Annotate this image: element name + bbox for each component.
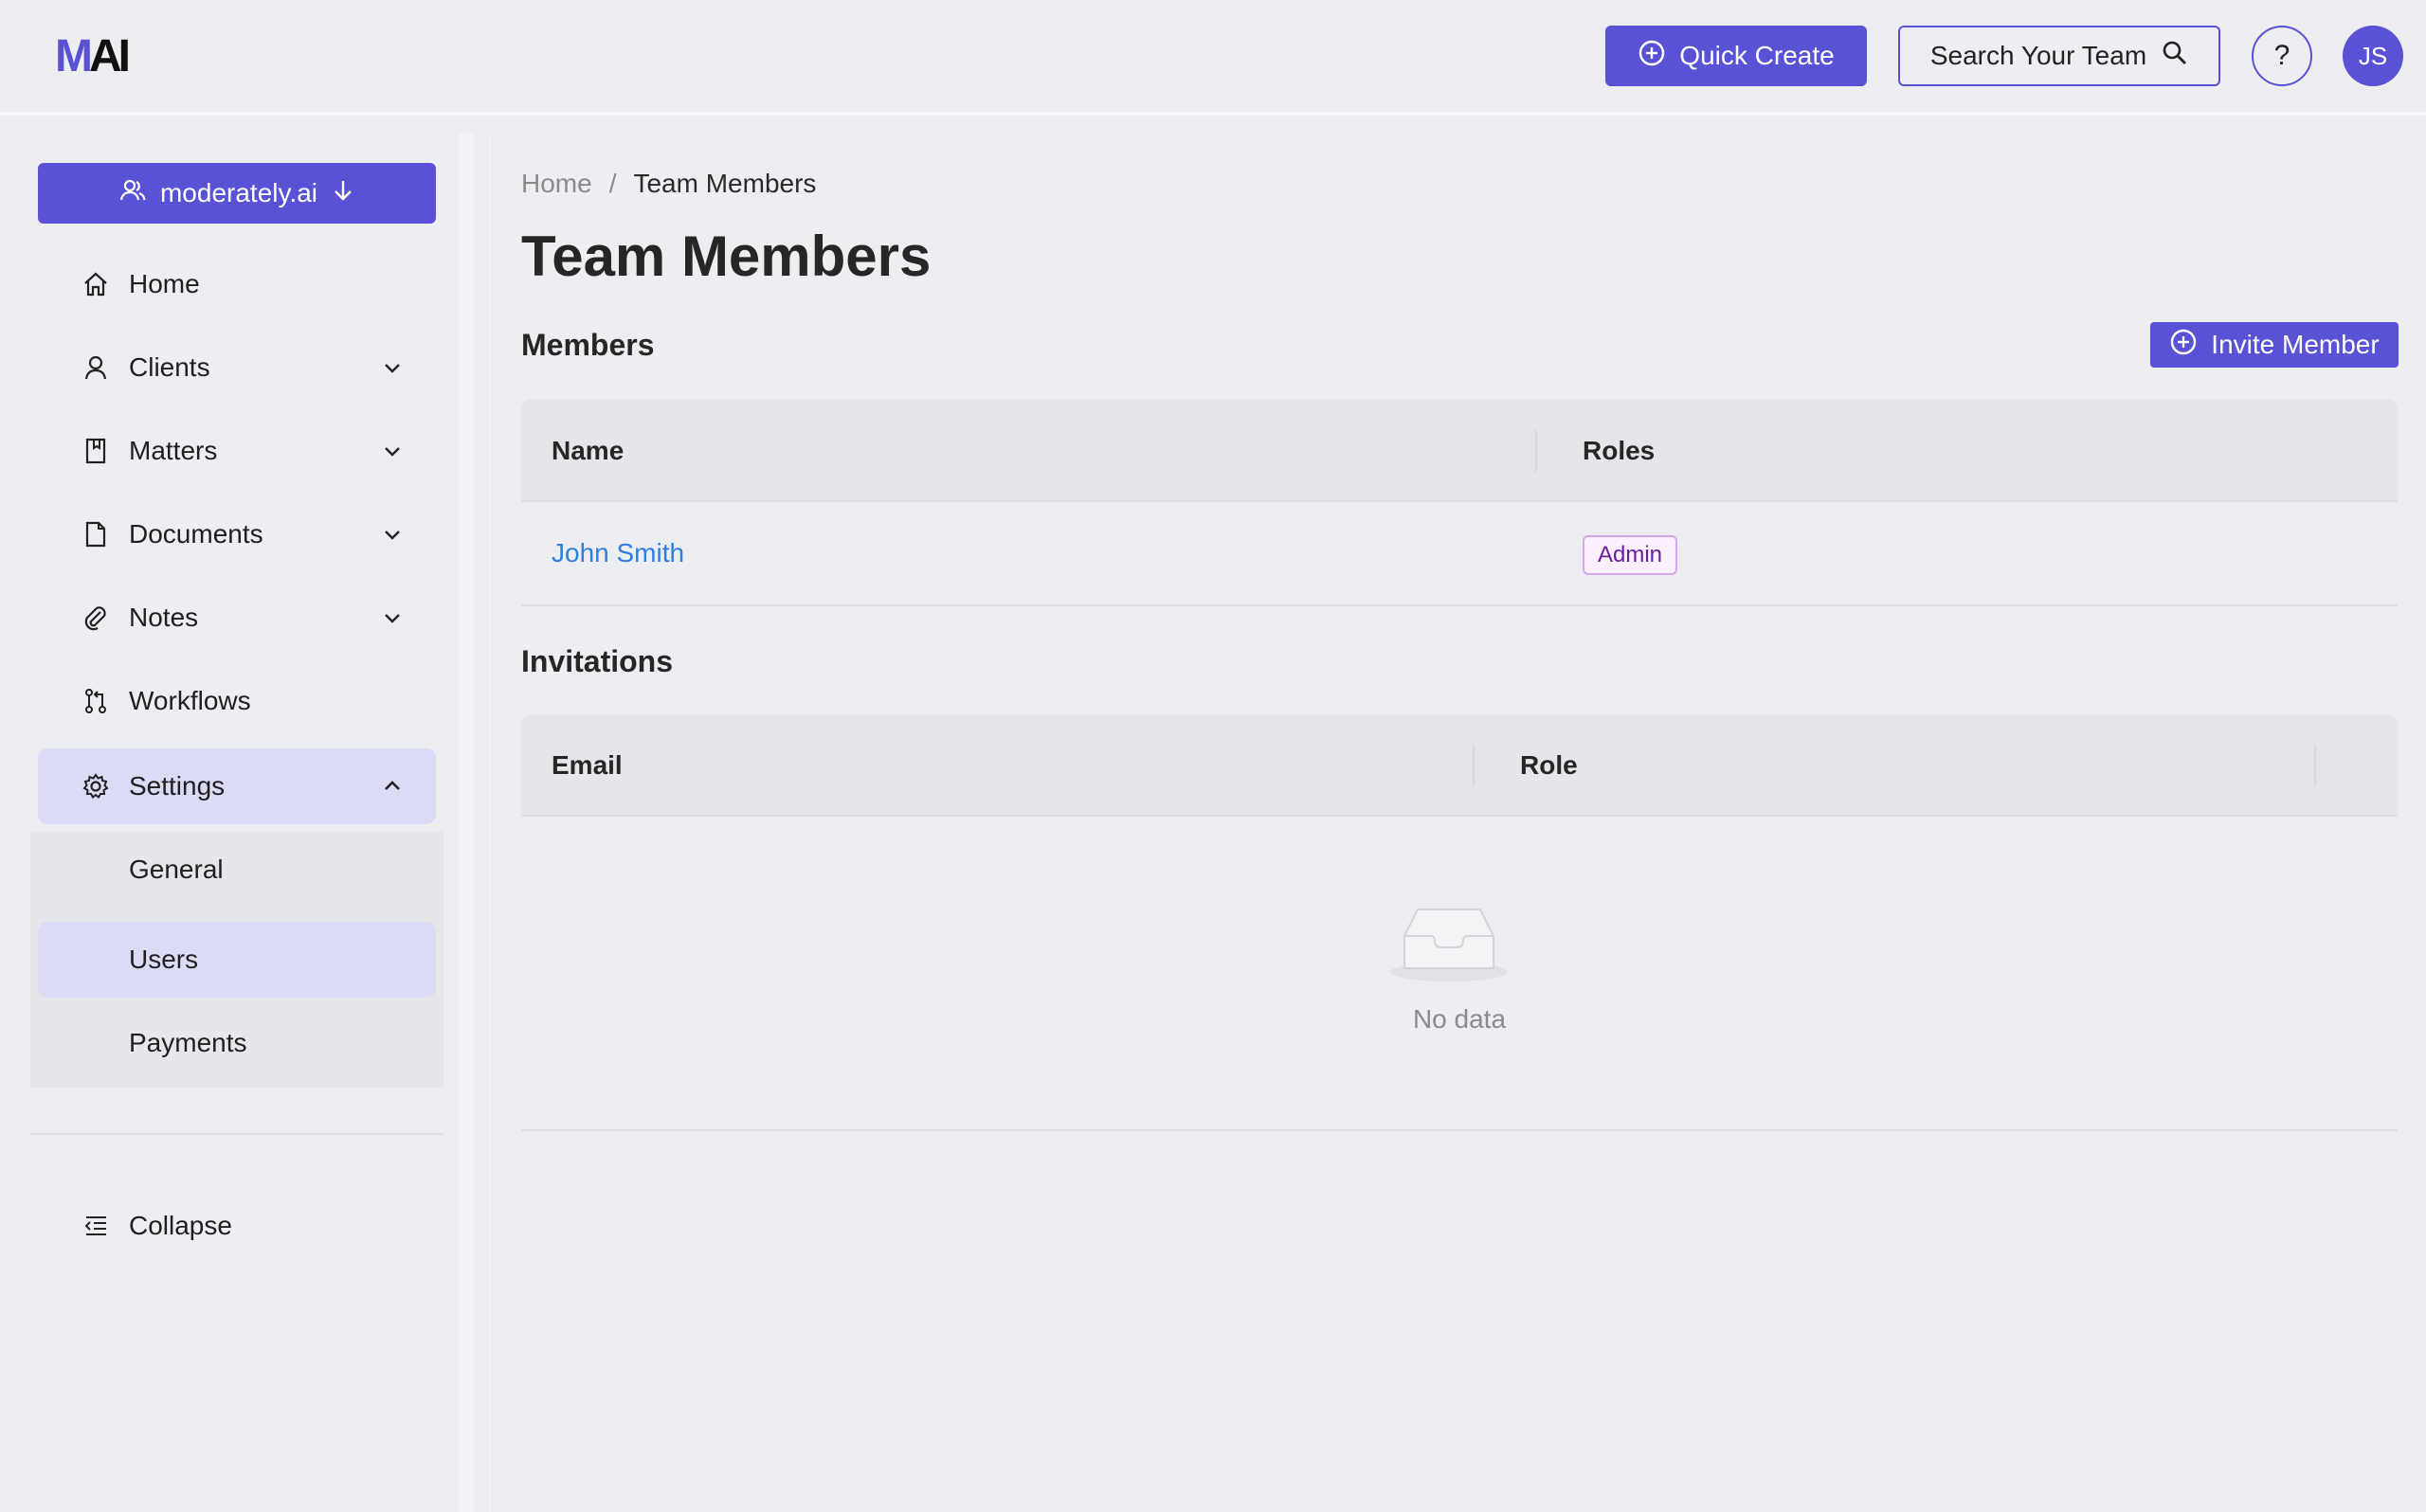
- member-name-link[interactable]: John Smith: [552, 538, 684, 568]
- role-badge: Admin: [1583, 535, 1678, 575]
- invitations-table-header: Email Role: [521, 714, 2398, 817]
- sidebar-item-label: Workflows: [129, 686, 251, 715]
- invite-member-button[interactable]: Invite Member: [2150, 322, 2399, 368]
- collapse-button[interactable]: Collapse: [38, 1188, 436, 1264]
- column-header-roles[interactable]: Roles: [1583, 436, 1655, 466]
- members-table-header: Name Roles: [521, 400, 2398, 502]
- quick-create-button[interactable]: Quick Create: [1605, 26, 1867, 86]
- invitations-section-title: Invitations: [521, 644, 674, 678]
- column-separator: [1535, 430, 1537, 472]
- avatar[interactable]: JS: [2343, 26, 2403, 86]
- sidebar-item-workflows[interactable]: Workflows: [38, 663, 436, 739]
- chevron-down-icon[interactable]: [381, 440, 404, 462]
- chevron-down-icon[interactable]: [381, 523, 404, 546]
- sidebar-item-documents[interactable]: Documents: [38, 496, 436, 572]
- empty-state: No data: [521, 817, 2398, 1131]
- settings-submenu: General Users Payments: [30, 832, 444, 1088]
- column-header-role[interactable]: Role: [1520, 750, 1578, 781]
- submenu-item-payments[interactable]: Payments: [38, 1005, 436, 1081]
- sidebar-item-notes[interactable]: Notes: [38, 580, 436, 656]
- home-icon: [81, 270, 110, 298]
- submenu-item-general[interactable]: General: [38, 832, 436, 908]
- sidebar-item-label: Notes: [129, 603, 199, 632]
- chevron-up-icon[interactable]: [381, 775, 404, 798]
- empty-state-text: No data: [1412, 1004, 1507, 1034]
- plus-circle-icon: [1638, 39, 1666, 74]
- sidebar-item-clients[interactable]: Clients: [38, 330, 436, 405]
- quick-create-label: Quick Create: [1679, 41, 1835, 70]
- invite-member-label: Invite Member: [2211, 330, 2380, 359]
- sidebar-item-label: Documents: [129, 519, 263, 549]
- bookmark-icon: [81, 437, 110, 465]
- chevron-down-icon[interactable]: [381, 606, 404, 629]
- main-content: Home / Team Members Team Members Members…: [489, 133, 2426, 1512]
- page-title: Team Members: [521, 225, 932, 288]
- help-icon: ?: [2273, 40, 2290, 71]
- app-logo[interactable]: M AI: [55, 31, 131, 81]
- sidebar-item-settings[interactable]: Settings: [38, 748, 436, 824]
- sidebar-divider: [30, 1133, 444, 1135]
- top-header: M AI Quick Create Search Your Team ? JS: [0, 0, 2426, 116]
- search-team-button[interactable]: Search Your Team: [1898, 26, 2220, 86]
- help-button[interactable]: ?: [2252, 26, 2312, 86]
- breadcrumb-current: Team Members: [633, 169, 817, 198]
- document-icon: [81, 520, 110, 549]
- logo-ai: AI: [88, 31, 131, 81]
- team-icon: [118, 176, 147, 211]
- collapse-label: Collapse: [129, 1211, 232, 1240]
- column-separator: [2314, 745, 2316, 786]
- column-header-name[interactable]: Name: [552, 436, 624, 466]
- org-label: moderately.ai: [159, 178, 317, 207]
- table-row: John Smith Admin: [521, 502, 2398, 606]
- user-icon: [81, 353, 110, 382]
- submenu-item-users[interactable]: Users: [38, 922, 436, 998]
- plus-circle-icon: [2169, 328, 2198, 363]
- arrow-down-icon: [331, 178, 355, 209]
- avatar-initials: JS: [2358, 41, 2388, 70]
- workflow-icon: [81, 687, 110, 715]
- sidebar-item-label: Matters: [129, 436, 218, 465]
- search-icon: [2162, 40, 2188, 73]
- paperclip-icon: [81, 603, 110, 632]
- sidebar-item-label: Home: [129, 269, 200, 298]
- sidebar: moderately.ai Home Clients Matters Docum…: [0, 133, 474, 1512]
- sidebar-item-label: Clients: [129, 352, 210, 382]
- sidebar-item-matters[interactable]: Matters: [38, 413, 436, 489]
- logo-m: M: [55, 31, 93, 81]
- sidebar-item-label: Settings: [129, 771, 226, 801]
- sidebar-item-home[interactable]: Home: [38, 246, 436, 322]
- column-header-email[interactable]: Email: [552, 750, 623, 781]
- column-separator: [1473, 745, 1475, 786]
- breadcrumb-home[interactable]: Home: [521, 169, 592, 199]
- submenu-item-label: General: [129, 855, 224, 884]
- submenu-item-label: Payments: [129, 1028, 247, 1057]
- collapse-icon: [81, 1212, 110, 1240]
- submenu-item-label: Users: [129, 945, 199, 974]
- members-section-title: Members: [521, 328, 655, 362]
- gear-icon: [81, 772, 110, 801]
- breadcrumb: Home / Team Members: [521, 169, 816, 199]
- breadcrumb-separator: /: [608, 169, 617, 198]
- search-team-label: Search Your Team: [1929, 41, 2147, 70]
- chevron-down-icon[interactable]: [381, 356, 404, 379]
- org-switcher-button[interactable]: moderately.ai: [38, 163, 436, 224]
- inbox-icon: [1387, 902, 1511, 985]
